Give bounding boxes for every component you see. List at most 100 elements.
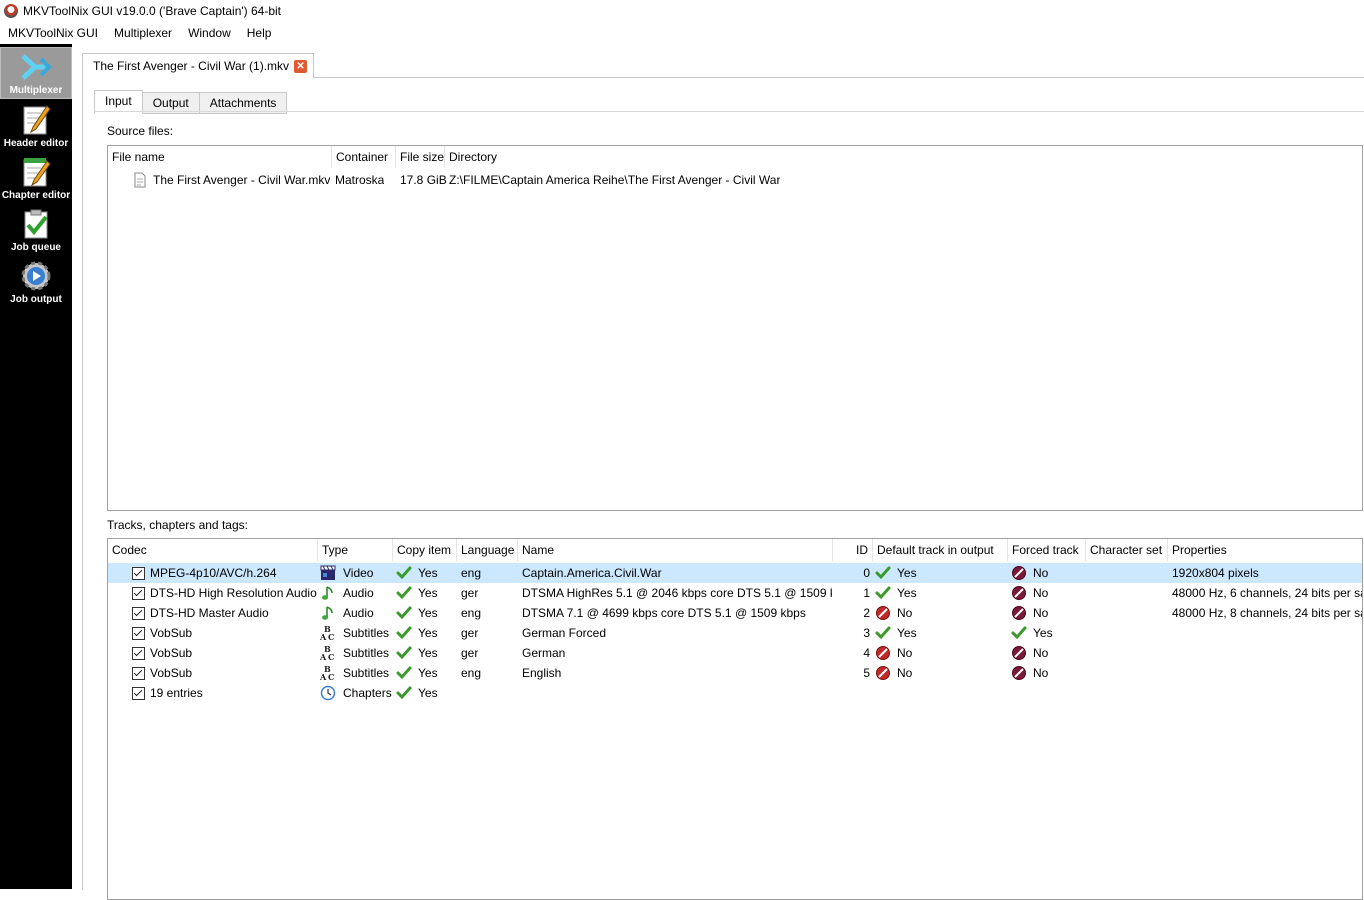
track-checkbox[interactable] — [132, 647, 145, 660]
source-file-name: The First Avenger - Civil War.mkv — [153, 173, 331, 187]
audio-icon — [322, 606, 333, 620]
svg-text:C: C — [328, 672, 334, 681]
track-codec: DTS-HD Master Audio — [150, 606, 269, 620]
column-header-properties[interactable]: Properties — [1168, 539, 1362, 561]
menu-mkvtoolnix-gui[interactable]: MKVToolNix GUI — [0, 22, 106, 44]
track-checkbox[interactable] — [132, 607, 145, 620]
sidebar-item-multiplexer[interactable]: Multiplexer — [0, 47, 72, 99]
sidebar-item-chapter-editor[interactable]: Chapter editor — [0, 151, 72, 203]
track-default: Yes — [897, 566, 917, 580]
track-checkbox[interactable] — [132, 667, 145, 680]
chapter-editor-icon — [23, 158, 51, 187]
column-header-name[interactable]: Name — [518, 539, 833, 561]
track-id: 3 — [863, 626, 870, 640]
track-language: eng — [461, 666, 482, 680]
track-name: German Forced — [522, 626, 607, 640]
track-id: 2 — [863, 606, 870, 620]
default-status-icon — [875, 583, 891, 603]
track-default: No — [897, 646, 913, 660]
document-tab[interactable]: The First Avenger - Civil War (1).mkv ✕ — [82, 53, 315, 78]
track-default: No — [897, 666, 913, 680]
source-files-list[interactable]: File name Container File size Directory … — [107, 145, 1363, 511]
svg-text:A: A — [320, 632, 327, 641]
audio-icon — [322, 586, 333, 600]
subtab-divider — [94, 111, 1364, 112]
default-status-icon — [875, 603, 891, 623]
column-header-copy-item[interactable]: Copy item — [393, 539, 457, 561]
track-row[interactable]: MPEG-4p10/AVC/h.264 Video Yes eng Captain.Am… — [108, 563, 1362, 583]
copy-status-icon — [396, 623, 412, 643]
track-codec: DTS-HD High Resolution Audio — [150, 586, 317, 600]
default-status-icon — [875, 563, 891, 583]
subtitles-icon: BA C — [320, 625, 334, 641]
menu-multiplexer[interactable]: Multiplexer — [106, 22, 180, 44]
file-icon — [134, 172, 146, 188]
column-header-directory[interactable]: Directory — [445, 146, 1362, 168]
default-status-icon — [875, 643, 891, 663]
close-tab-icon[interactable]: ✕ — [294, 59, 308, 73]
track-type-icon — [320, 583, 336, 603]
track-forced: No — [1033, 606, 1049, 620]
track-id: 5 — [863, 666, 870, 680]
track-name: English — [522, 666, 562, 680]
track-copy-item: Yes — [418, 666, 438, 680]
column-header-language[interactable]: Language — [457, 539, 518, 561]
track-checkbox[interactable] — [132, 687, 145, 700]
track-row[interactable]: VobSub B A C Subtitles Yes eng English 5 No No — [108, 663, 1362, 683]
track-checkbox[interactable] — [132, 587, 145, 600]
sidebar-item-label: Job queue — [10, 242, 61, 253]
column-header-forced-track[interactable]: Forced track — [1008, 539, 1086, 561]
track-row[interactable]: 19 entries Chapters Yes — [108, 683, 1362, 703]
tracks-list[interactable]: Codec Type Copy item Language Name ID De… — [107, 538, 1363, 900]
track-checkbox[interactable] — [132, 627, 145, 640]
subtitles-icon: BA C — [320, 665, 334, 681]
yes-check-icon — [875, 566, 891, 580]
column-header-type[interactable]: Type — [318, 539, 393, 561]
default-status-icon — [875, 623, 891, 643]
track-default: Yes — [897, 586, 917, 600]
track-row[interactable]: DTS-HD High Resolution Audio Audio Yes ger D… — [108, 583, 1362, 603]
sidebar-item-label: Header editor — [3, 138, 69, 149]
track-codec: MPEG-4p10/AVC/h.264 — [150, 566, 277, 580]
track-type: Chapters — [343, 686, 392, 700]
track-checkbox[interactable] — [132, 567, 145, 580]
track-language: ger — [461, 646, 479, 660]
column-header-container[interactable]: Container — [332, 146, 396, 168]
column-header-codec[interactable]: Codec — [108, 539, 318, 561]
track-row[interactable]: DTS-HD Master Audio Audio Yes eng DTSMA 7.1 … — [108, 603, 1362, 623]
track-row[interactable]: VobSub B A C Subtitles Yes ger German Forced 3 Ye… — [108, 623, 1362, 643]
sidebar-item-header-editor[interactable]: Header editor — [0, 99, 72, 151]
default-status-icon — [875, 663, 891, 683]
column-header-id[interactable]: ID — [833, 539, 873, 561]
sidebar-item-job-output[interactable]: Job output — [0, 255, 72, 307]
main-area: The First Avenger - Civil War (1).mkv ✕ … — [72, 44, 1364, 900]
track-forced: No — [1033, 586, 1049, 600]
menu-help[interactable]: Help — [239, 22, 280, 44]
copy-status-icon — [396, 563, 412, 583]
track-copy-item: Yes — [418, 566, 438, 580]
track-copy-item: Yes — [418, 686, 438, 700]
track-type: Audio — [343, 606, 374, 620]
column-header-file-name[interactable]: File name — [108, 146, 332, 168]
no-forbidden-icon — [1012, 606, 1026, 620]
track-row[interactable]: VobSub B A C Subtitles Yes ger German 4 No No — [108, 643, 1362, 663]
column-header-character-set[interactable]: Character set — [1086, 539, 1168, 561]
track-codec: VobSub — [150, 666, 193, 680]
sidebar-item-label: Job output — [10, 294, 62, 305]
sidebar-item-job-queue[interactable]: Job queue — [0, 203, 72, 255]
source-file-row[interactable]: The First Avenger - Civil War.mkv Matros… — [108, 170, 1362, 190]
column-header-default-track[interactable]: Default track in output — [873, 539, 1008, 561]
track-forced: No — [1033, 646, 1049, 660]
yes-check-icon — [396, 626, 412, 640]
source-file-size: 17.8 GiB — [400, 173, 447, 187]
title-bar: MKVToolNix GUI v19.0.0 ('Brave Captain')… — [0, 0, 1364, 22]
column-header-file-size[interactable]: File size — [396, 146, 445, 168]
menu-window[interactable]: Window — [180, 22, 239, 44]
track-type: Subtitles — [343, 626, 390, 640]
track-name: DTSMA 7.1 @ 4699 kbps core DTS 5.1 @ 150… — [522, 606, 806, 620]
track-name: DTSMA HighRes 5.1 @ 2046 kbps core DTS 5… — [522, 586, 832, 600]
track-default: No — [897, 606, 913, 620]
header-editor-icon — [23, 105, 51, 135]
yes-check-icon — [875, 586, 891, 600]
track-forced: Yes — [1033, 626, 1053, 640]
